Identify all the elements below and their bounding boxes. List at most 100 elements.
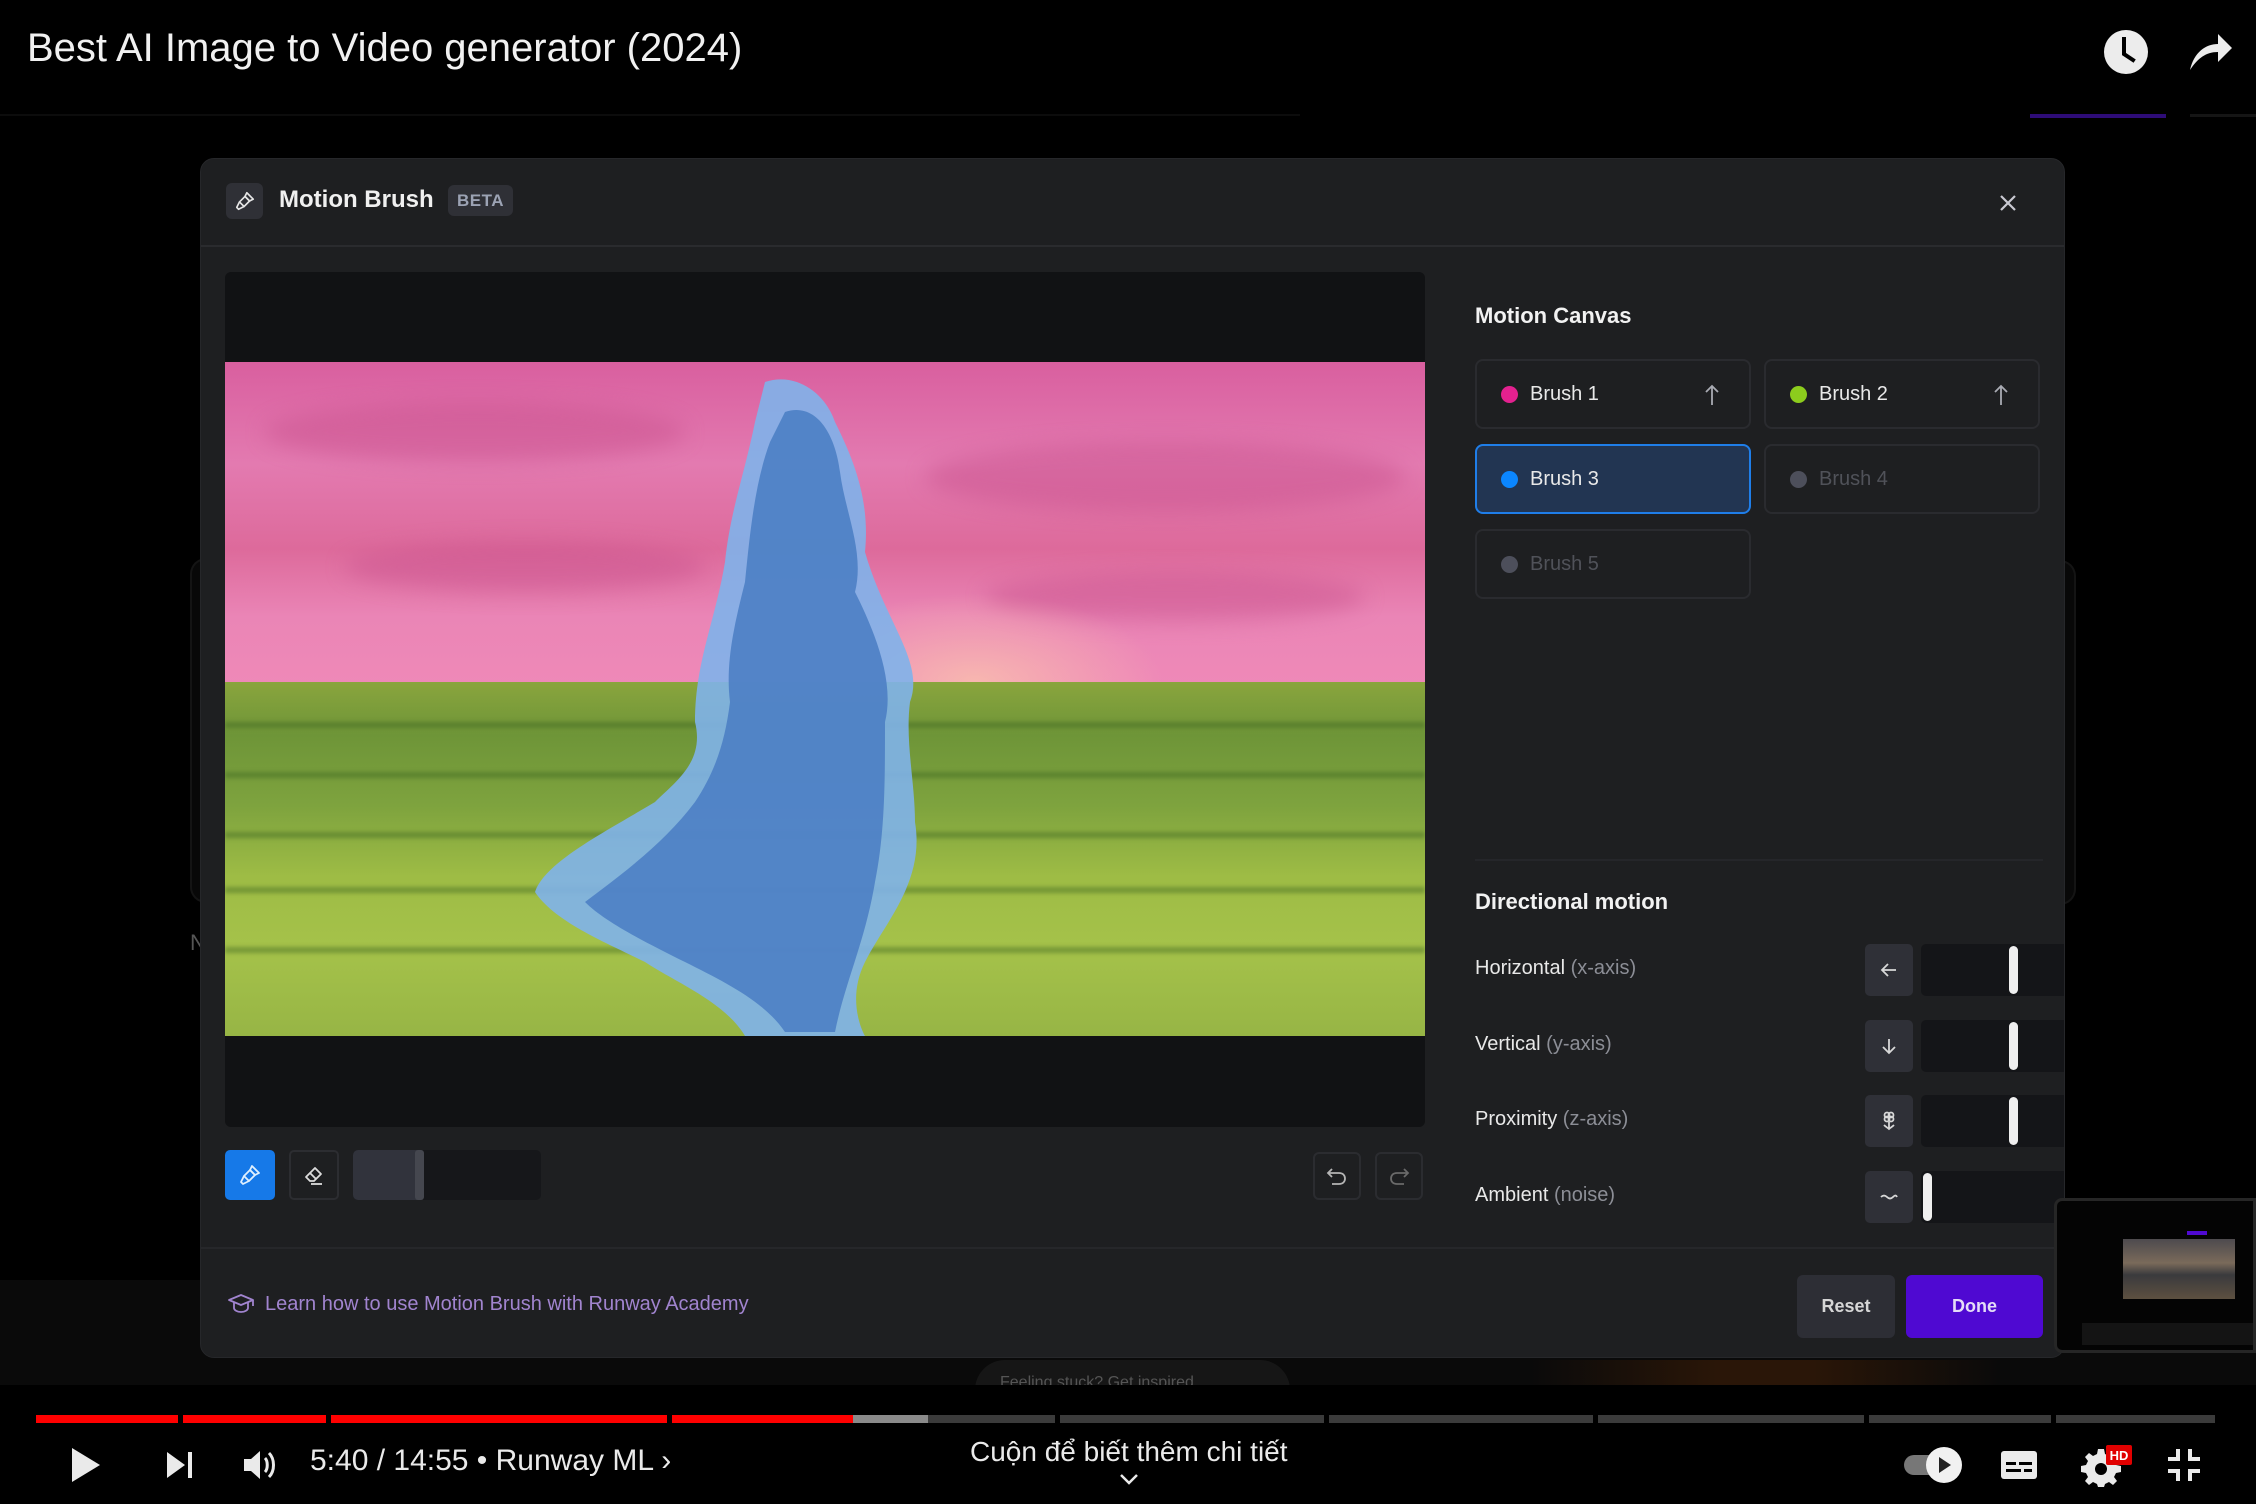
brush-card-4[interactable]: Brush 4 bbox=[1764, 444, 2040, 514]
graduation-cap-icon bbox=[228, 1294, 254, 1313]
chapter-segment[interactable] bbox=[1597, 1415, 1865, 1423]
slider-thumb[interactable] bbox=[2009, 1022, 2018, 1070]
close-icon bbox=[2000, 195, 2016, 211]
autoplay-toggle[interactable] bbox=[1902, 1440, 1966, 1490]
proximity-slider[interactable] bbox=[1921, 1095, 2064, 1147]
volume-button[interactable] bbox=[238, 1440, 284, 1490]
chapter-segment[interactable] bbox=[1869, 1415, 2052, 1423]
miniplayer-preview[interactable] bbox=[2054, 1198, 2256, 1353]
slider-thumb[interactable] bbox=[1923, 1173, 1932, 1221]
mini-preview-bar bbox=[2082, 1323, 2253, 1345]
motion-row-label: Vertical (y-axis) bbox=[1475, 1033, 1612, 1056]
exit-fullscreen-icon bbox=[2168, 1449, 2200, 1481]
brush-size-slider[interactable] bbox=[353, 1150, 541, 1200]
brush-color-dot bbox=[1501, 470, 1518, 488]
paintbrush-icon bbox=[226, 183, 263, 219]
brush-label: Brush 1 bbox=[1530, 382, 1599, 405]
motion-row-label: Ambient (noise) bbox=[1475, 1184, 1615, 1207]
motion-row-vertical: Vertical (y-axis)0.0 bbox=[1475, 1020, 2064, 1072]
exit-fullscreen-button[interactable] bbox=[2162, 1440, 2206, 1490]
canvas-image[interactable] bbox=[225, 362, 1425, 1036]
decrease-ambient-button[interactable] bbox=[1865, 1171, 1913, 1223]
axis-name: Horizontal bbox=[1475, 957, 1566, 979]
autoplay-icon bbox=[1904, 1447, 1962, 1483]
axis-name: Proximity bbox=[1475, 1108, 1558, 1130]
chapter-segment[interactable] bbox=[1060, 1415, 1325, 1423]
chapter-segment[interactable] bbox=[330, 1415, 668, 1423]
hd-badge-text: HD bbox=[2110, 1448, 2129, 1463]
eraser-tool-button[interactable] bbox=[289, 1150, 339, 1200]
decrease-vertical-button[interactable] bbox=[1865, 1020, 1913, 1072]
played-fill bbox=[36, 1415, 179, 1423]
slider-thumb[interactable] bbox=[2009, 1097, 2018, 1145]
brush-card-5[interactable]: Brush 5 bbox=[1475, 529, 1751, 599]
volume-icon bbox=[244, 1451, 275, 1479]
background-active-tab-indicator bbox=[2030, 114, 2166, 118]
undo-button[interactable] bbox=[1313, 1152, 1361, 1200]
share-icon[interactable] bbox=[2186, 28, 2234, 76]
scroll-hint[interactable]: Cuộn để biết thêm chi tiết bbox=[970, 1436, 1288, 1468]
chapter-segment[interactable] bbox=[2056, 1415, 2215, 1423]
brush-color-dot bbox=[1501, 555, 1518, 573]
brush-size-fill bbox=[353, 1150, 421, 1200]
arrow-down-icon bbox=[1882, 1039, 1896, 1055]
decrease-proximity-button[interactable] bbox=[1865, 1095, 1913, 1147]
brush-label: Brush 5 bbox=[1530, 552, 1599, 575]
close-button[interactable] bbox=[1990, 185, 2026, 221]
axis-hint: (z-axis) bbox=[1562, 1108, 1629, 1130]
axis-hint: (y-axis) bbox=[1546, 1033, 1612, 1055]
motion-row-ambient: Ambient (noise)0.0 bbox=[1475, 1171, 2064, 1223]
brush-color-dot bbox=[1501, 385, 1518, 403]
brush-tool-button[interactable] bbox=[225, 1150, 275, 1200]
academy-link-text: Learn how to use Motion Brush with Runwa… bbox=[265, 1292, 749, 1315]
beta-badge: BETA bbox=[448, 185, 514, 216]
motion-row-label: Proximity (z-axis) bbox=[1475, 1108, 1628, 1131]
chapter-segment[interactable] bbox=[183, 1415, 326, 1423]
settings-gear-icon: HD bbox=[2081, 1445, 2132, 1487]
axis-hint: (noise) bbox=[1553, 1184, 1616, 1206]
reset-button[interactable]: Reset bbox=[1797, 1275, 1895, 1338]
runway-academy-link[interactable]: Learn how to use Motion Brush with Runwa… bbox=[227, 1292, 749, 1316]
chapter-segment[interactable] bbox=[672, 1415, 1056, 1423]
skip-next-icon bbox=[167, 1452, 192, 1478]
done-button[interactable]: Done bbox=[1906, 1275, 2043, 1338]
play-icon bbox=[72, 1448, 100, 1482]
redo-button[interactable] bbox=[1375, 1152, 1423, 1200]
motion-canvas-area[interactable] bbox=[225, 272, 1425, 1127]
brush-label: Brush 4 bbox=[1819, 467, 1888, 490]
background-divider bbox=[0, 114, 1300, 116]
eraser-icon bbox=[305, 1167, 322, 1185]
vertical-slider[interactable] bbox=[1921, 1020, 2064, 1072]
axis-name: Vertical bbox=[1475, 1033, 1541, 1055]
axis-name: Ambient bbox=[1475, 1184, 1549, 1206]
subtitles-button[interactable] bbox=[1998, 1440, 2040, 1490]
video-title[interactable]: Best AI Image to Video generator (2024) bbox=[27, 26, 742, 71]
brush-size-thumb[interactable] bbox=[415, 1150, 425, 1200]
watch-later-icon[interactable] bbox=[2102, 28, 2150, 76]
ambient-slider[interactable] bbox=[1921, 1171, 2064, 1223]
directional-motion-title: Directional motion bbox=[1475, 889, 1669, 914]
brush-card-2[interactable]: Brush 2 bbox=[1764, 359, 2040, 429]
played-fill bbox=[672, 1415, 853, 1423]
play-button[interactable] bbox=[66, 1440, 106, 1490]
settings-button[interactable]: HD bbox=[2080, 1440, 2134, 1490]
modal-header: Motion Brush BETA bbox=[201, 159, 2064, 247]
brush-card-1[interactable]: Brush 1 bbox=[1475, 359, 1751, 429]
played-fill bbox=[183, 1415, 326, 1423]
brush-label: Brush 2 bbox=[1819, 382, 1888, 405]
time-display[interactable]: 5:40 / 14:55 • Runway ML › bbox=[310, 1444, 671, 1478]
played-fill bbox=[330, 1415, 668, 1423]
chevron-down-icon[interactable] bbox=[1117, 1470, 1141, 1488]
decrease-horizontal-button[interactable] bbox=[1865, 944, 1913, 996]
brush-card-3[interactable]: Brush 3 bbox=[1475, 444, 1751, 514]
modal-title: Motion Brush bbox=[279, 186, 434, 213]
panel-divider bbox=[1475, 859, 2043, 861]
next-button[interactable] bbox=[160, 1440, 200, 1490]
horizontal-slider[interactable] bbox=[1921, 944, 2064, 996]
progress-bar[interactable] bbox=[36, 1415, 2215, 1423]
slider-thumb[interactable] bbox=[2009, 946, 2018, 994]
brush-color-dot bbox=[1790, 385, 1807, 403]
motion-row-proximity: Proximity (z-axis)0.0 bbox=[1475, 1095, 2064, 1147]
chapter-segment[interactable] bbox=[36, 1415, 179, 1423]
chapter-segment[interactable] bbox=[1329, 1415, 1593, 1423]
